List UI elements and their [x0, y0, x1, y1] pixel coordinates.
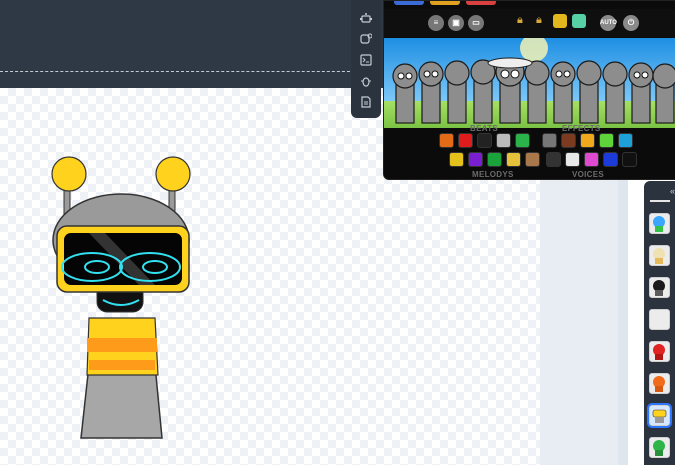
- sprite-thumb-selected[interactable]: [647, 403, 672, 428]
- effect-sound-1[interactable]: [542, 133, 557, 148]
- voice-sound-1[interactable]: [546, 152, 561, 167]
- effect-sound-5[interactable]: [618, 133, 633, 148]
- voice-sound-3[interactable]: [584, 152, 599, 167]
- tool-column: [351, 0, 381, 118]
- melody-sound-4[interactable]: [506, 152, 521, 167]
- melodys-label: MELODYS: [472, 170, 514, 179]
- voice-sound-2[interactable]: [565, 152, 580, 167]
- sprite-thumb[interactable]: [649, 245, 670, 266]
- reset-icon[interactable]: ⏻: [623, 15, 639, 31]
- menu-icon[interactable]: ≡: [428, 15, 444, 31]
- sprunki-lineup: [392, 38, 675, 124]
- game-toolbar: ≡ ▣ ▭ 🔒︎ 🔒︎ AUTO ⏻: [384, 9, 675, 37]
- sprite-thumb[interactable]: [649, 341, 670, 362]
- panel-divider: [650, 200, 670, 202]
- voice-sound-4[interactable]: [603, 152, 618, 167]
- beat-sound-3[interactable]: [477, 133, 492, 148]
- lock-icon[interactable]: 🔒︎: [536, 14, 550, 28]
- sprite-thumb[interactable]: [649, 437, 670, 458]
- bug-icon[interactable]: [359, 75, 373, 89]
- yellow-button[interactable]: [430, 1, 460, 5]
- chevron-left-icon[interactable]: «: [670, 186, 675, 196]
- record-icon[interactable]: ▭: [468, 15, 484, 31]
- effect-sound-2[interactable]: [561, 133, 576, 148]
- beat-sound-5[interactable]: [515, 133, 530, 148]
- beats-label: BEATS: [470, 124, 499, 133]
- robot-icon[interactable]: [359, 12, 373, 26]
- bonus-icon[interactable]: [572, 14, 586, 28]
- lock-icon[interactable]: 🔒︎: [517, 14, 531, 28]
- stage-boundary-line: [0, 71, 360, 72]
- sprite-thumb[interactable]: [649, 213, 670, 234]
- game-preview-window[interactable]: ≡ ▣ ▭ 🔒︎ 🔒︎ AUTO ⏻ BEATS EFFECTS MELODYS…: [383, 0, 675, 180]
- sprite-thumb[interactable]: [649, 309, 670, 330]
- red-button[interactable]: [466, 1, 496, 5]
- settings-person-icon[interactable]: [359, 33, 373, 47]
- sprite-thumb[interactable]: [649, 373, 670, 394]
- beat-sound-1[interactable]: [439, 133, 454, 148]
- game-stage: [384, 38, 675, 128]
- melody-sound-3[interactable]: [487, 152, 502, 167]
- effect-sound-3[interactable]: [580, 133, 595, 148]
- document-icon[interactable]: [359, 96, 373, 110]
- blue-button[interactable]: [394, 1, 424, 5]
- beat-sound-2[interactable]: [458, 133, 473, 148]
- effect-sound-4[interactable]: [599, 133, 614, 148]
- robot-sprite[interactable]: [45, 150, 205, 450]
- bonus-icon[interactable]: [553, 14, 567, 28]
- melody-sound-2[interactable]: [468, 152, 483, 167]
- terminal-icon[interactable]: [359, 54, 373, 68]
- sound-palette: BEATS EFFECTS MELODYS VOICES: [384, 124, 675, 179]
- effects-label: EFFECTS: [562, 124, 601, 133]
- sprite-thumb[interactable]: [649, 277, 670, 298]
- melody-sound-5[interactable]: [525, 152, 540, 167]
- melody-sound-1[interactable]: [449, 152, 464, 167]
- save-icon[interactable]: ▣: [448, 15, 464, 31]
- voice-sound-5[interactable]: [622, 152, 637, 167]
- auto-icon[interactable]: AUTO: [600, 15, 617, 31]
- beat-sound-4[interactable]: [496, 133, 511, 148]
- voices-label: VOICES: [572, 170, 605, 179]
